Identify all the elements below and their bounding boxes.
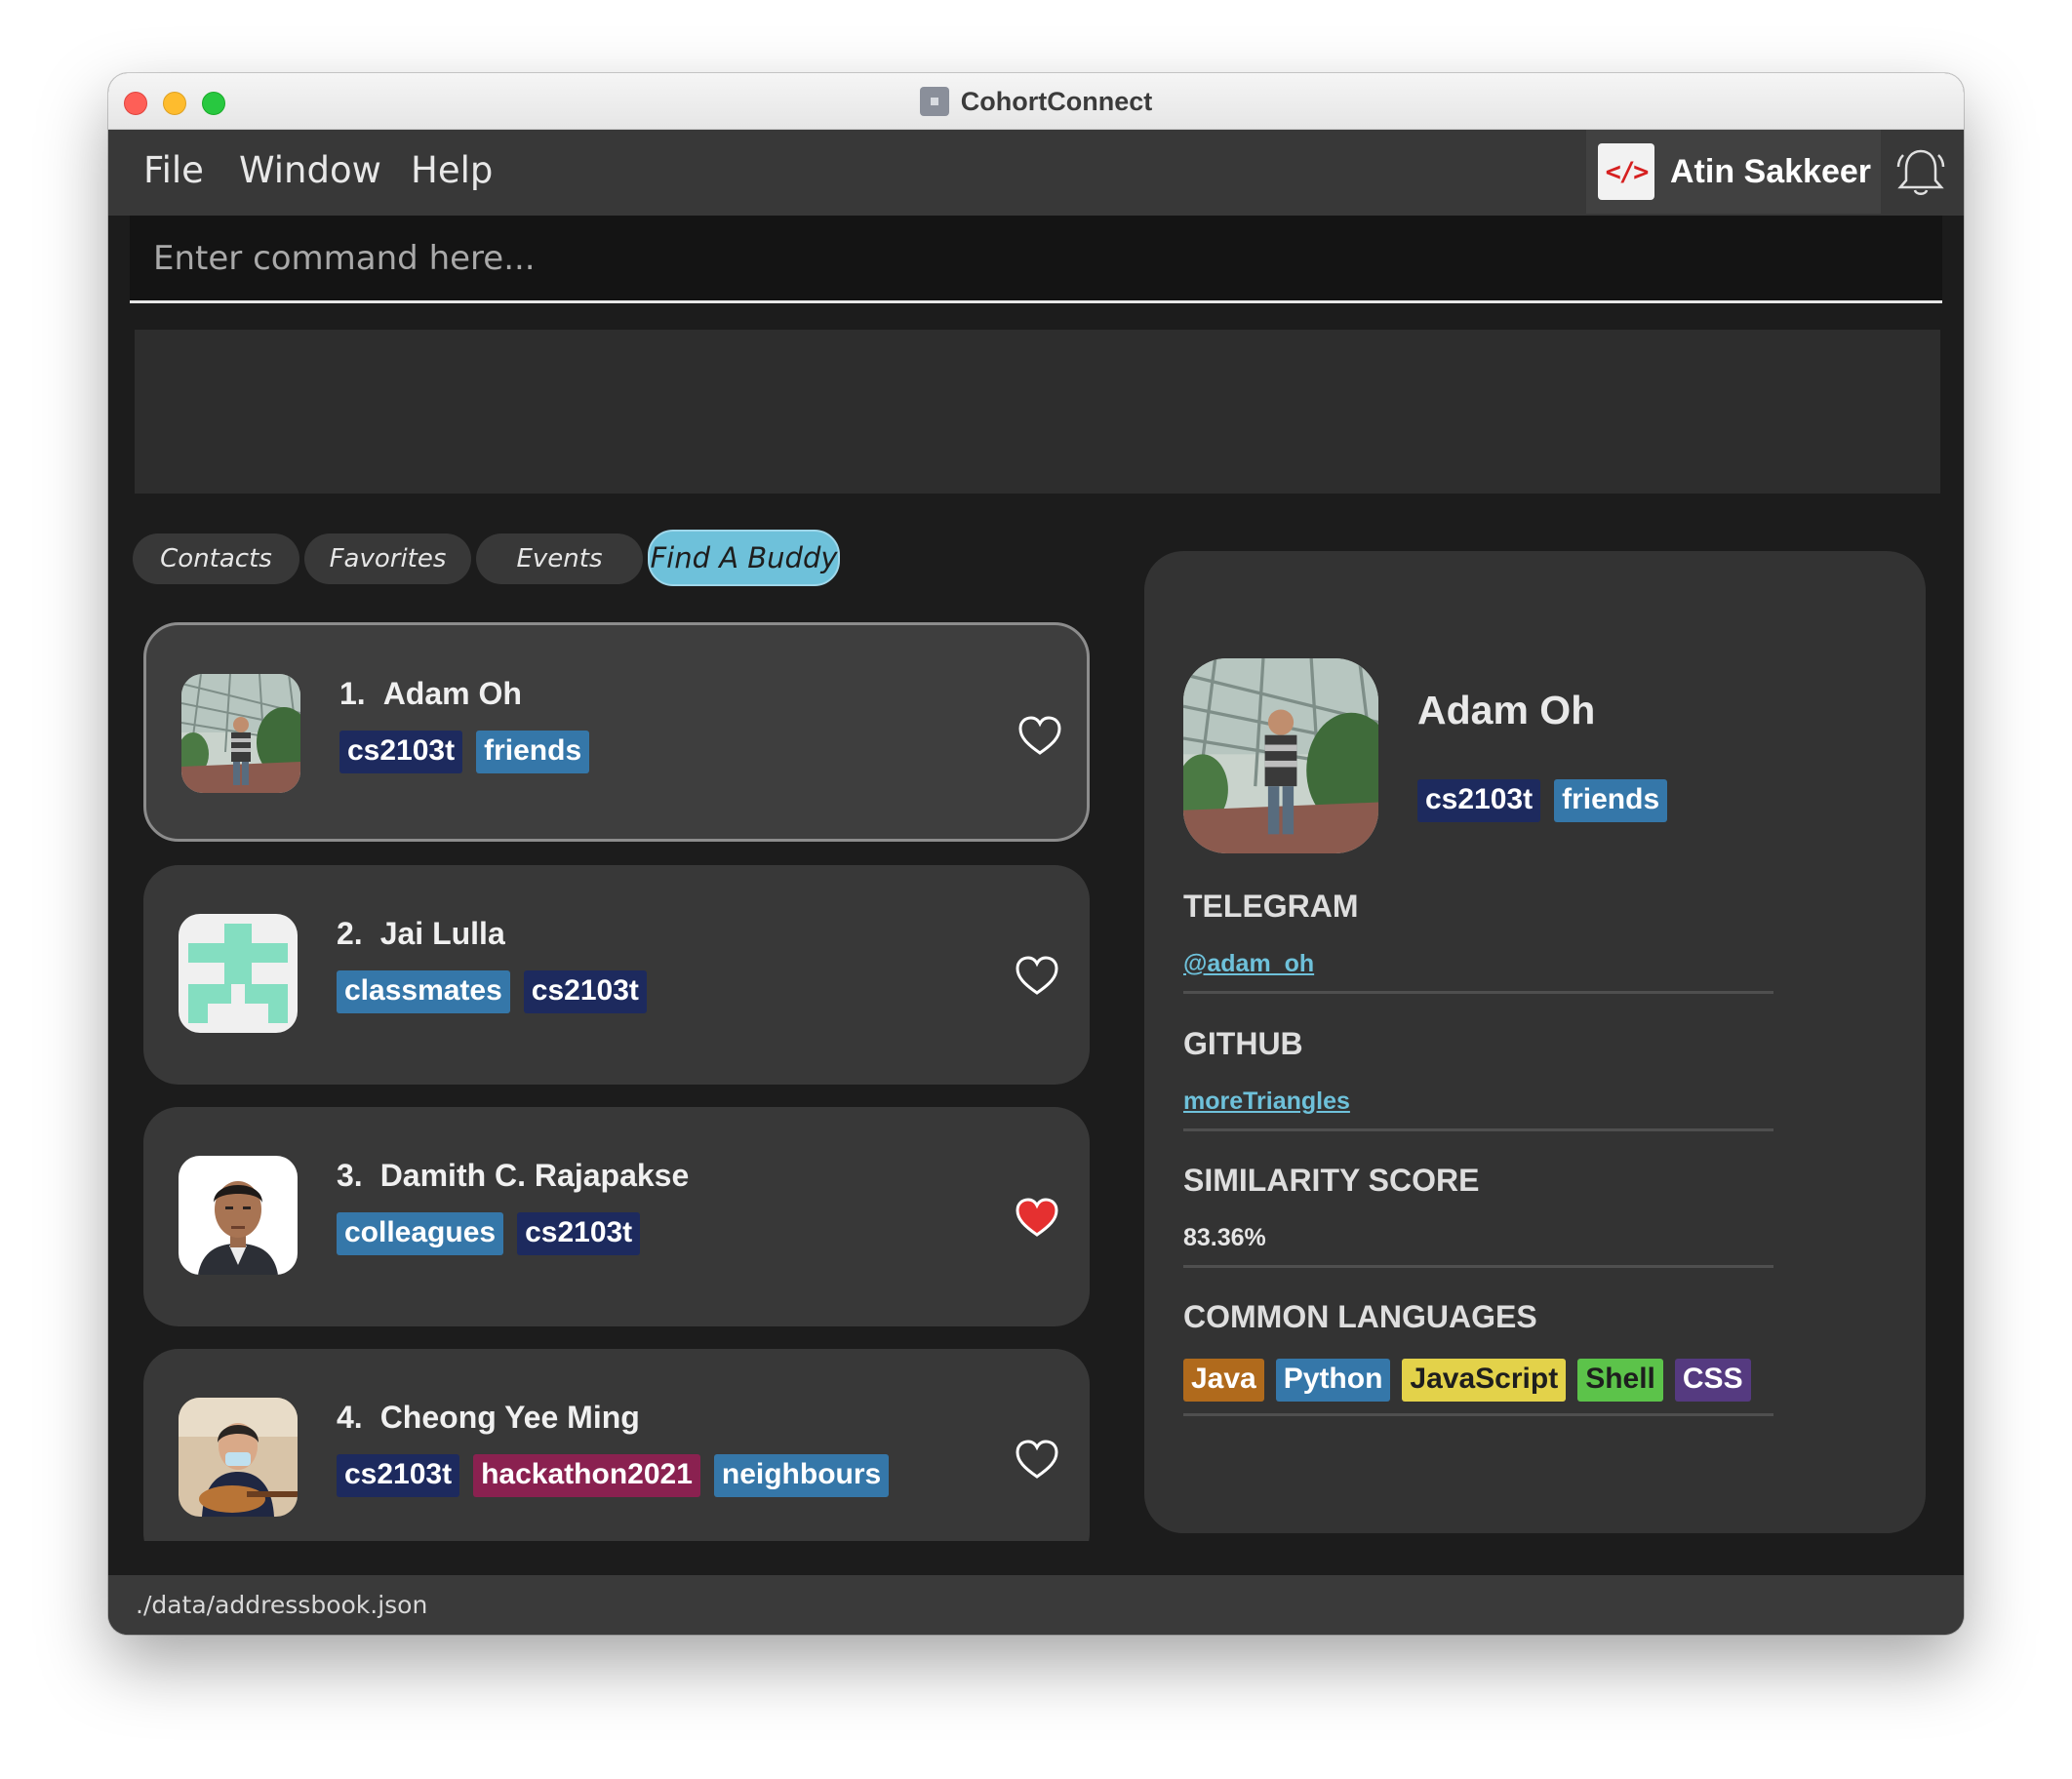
tag: friends: [1554, 779, 1668, 822]
user-profile-button[interactable]: </> Atin Sakkeer: [1586, 130, 1881, 214]
tag: cs2103t: [523, 970, 647, 1013]
app-icon: [919, 87, 949, 116]
card-tags: cs2103t friends: [339, 731, 590, 773]
language-tag: CSS: [1674, 1359, 1751, 1402]
tab-favorites[interactable]: Favorites: [304, 534, 471, 584]
status-bar: ./data/addressbook.json: [108, 1575, 1964, 1635]
command-input[interactable]: [130, 216, 1942, 303]
divider: [1183, 1413, 1773, 1416]
divider: [1183, 991, 1773, 994]
languages-section: COMMON LANGUAGES Java Python JavaScript …: [1183, 1299, 1773, 1416]
tab-find-a-buddy[interactable]: Find A Buddy: [648, 530, 840, 586]
card-name: 2. Jai Lulla: [337, 916, 505, 952]
tag: cs2103t: [339, 731, 463, 773]
contact-index: 3.: [337, 1158, 363, 1193]
tag: friends: [476, 731, 590, 773]
detail-name: Adam Oh: [1417, 688, 1596, 732]
telegram-link[interactable]: @adam_oh: [1183, 950, 1314, 977]
avatar: [179, 1398, 298, 1517]
tab-bar: Contacts Favorites Events Find A Buddy: [133, 530, 840, 588]
contact-name: Adam Oh: [382, 676, 522, 711]
github-section: GITHUB moreTriangles: [1183, 1026, 1773, 1131]
contact-card-jai-lulla[interactable]: 2. Jai Lulla classmates cs2103t: [143, 865, 1090, 1085]
card-tags: classmates cs2103t: [337, 970, 647, 1013]
title-wrap: CohortConnect: [108, 73, 1964, 130]
title-bar: CohortConnect: [108, 73, 1964, 130]
language-tag: Python: [1275, 1359, 1391, 1402]
similarity-value: 83.36%: [1183, 1224, 1266, 1251]
avatar: [179, 914, 298, 1033]
github-link[interactable]: moreTriangles: [1183, 1087, 1350, 1115]
card-tags: colleagues cs2103t: [337, 1212, 641, 1255]
lang-tags: Java Python JavaScript Shell CSS: [1183, 1359, 1773, 1402]
contact-list[interactable]: 1. Adam Oh cs2103t friends 2. Jai Lulla …: [143, 622, 1092, 1541]
contact-name: Cheong Yee Ming: [379, 1400, 640, 1435]
tab-events[interactable]: Events: [476, 534, 643, 584]
avatar: [179, 1156, 298, 1275]
contact-index: 1.: [339, 676, 366, 711]
divider: [1183, 1128, 1773, 1131]
menu-file[interactable]: File: [143, 149, 204, 191]
card-name: 4. Cheong Yee Ming: [337, 1400, 640, 1436]
menu-bar: File Window Help </> Atin Sakkeer: [108, 130, 1964, 216]
notification-bell-icon[interactable]: [1895, 145, 1946, 200]
app-window: CohortConnect File Window Help </> Atin …: [108, 73, 1964, 1635]
detail-avatar: [1183, 658, 1378, 853]
contact-index: 4.: [337, 1400, 363, 1435]
contact-card-cheong-yee-ming[interactable]: 4. Cheong Yee Ming cs2103t hackathon2021…: [143, 1349, 1090, 1541]
contact-detail-panel: Adam Oh cs2103t friends TELEGRAM @adam_o…: [1144, 551, 1926, 1533]
tag: classmates: [337, 970, 510, 1013]
favorite-heart-icon[interactable]: [1015, 1439, 1059, 1480]
tag: cs2103t: [1417, 779, 1541, 822]
detail-tags: cs2103t friends: [1417, 779, 1668, 822]
tag: neighbours: [713, 1454, 890, 1497]
tag: cs2103t: [517, 1212, 641, 1255]
contact-index: 2.: [337, 916, 363, 951]
favorite-heart-filled-icon[interactable]: [1015, 1197, 1059, 1238]
window-title: CohortConnect: [960, 86, 1153, 116]
favorite-heart-icon[interactable]: [1015, 955, 1059, 996]
contact-name: Jai Lulla: [379, 916, 505, 951]
language-tag: JavaScript: [1402, 1359, 1567, 1402]
menu-help[interactable]: Help: [411, 149, 493, 191]
favorite-heart-icon[interactable]: [1017, 715, 1062, 756]
card-name: 1. Adam Oh: [339, 676, 522, 712]
card-tags: cs2103t hackathon2021 neighbours: [337, 1454, 890, 1497]
result-display: [135, 330, 1940, 494]
menu-window[interactable]: Window: [239, 149, 381, 191]
data-file-path: ./data/addressbook.json: [136, 1591, 428, 1619]
avatar: [181, 674, 300, 793]
contact-name: Damith C. Rajapakse: [379, 1158, 690, 1193]
telegram-section: TELEGRAM @adam_oh: [1183, 889, 1773, 994]
similarity-heading: SIMILARITY SCORE: [1183, 1163, 1480, 1198]
divider: [1183, 1265, 1773, 1268]
telegram-heading: TELEGRAM: [1183, 889, 1359, 924]
similarity-section: SIMILARITY SCORE 83.36%: [1183, 1163, 1773, 1268]
language-tag: Java: [1183, 1359, 1264, 1402]
github-heading: GITHUB: [1183, 1026, 1303, 1061]
user-name: Atin Sakkeer: [1670, 152, 1871, 190]
tag: colleagues: [337, 1212, 504, 1255]
languages-heading: COMMON LANGUAGES: [1183, 1299, 1537, 1334]
contact-card-damith-c-rajapakse[interactable]: 3. Damith C. Rajapakse colleagues cs2103…: [143, 1107, 1090, 1326]
language-tag: Shell: [1577, 1359, 1663, 1402]
tag: hackathon2021: [473, 1454, 700, 1497]
card-name: 3. Damith C. Rajapakse: [337, 1158, 689, 1194]
tag: cs2103t: [337, 1454, 460, 1497]
code-logo-icon: </>: [1598, 143, 1654, 200]
contact-card-adam-oh[interactable]: 1. Adam Oh cs2103t friends: [143, 622, 1090, 842]
tab-contacts[interactable]: Contacts: [133, 534, 299, 584]
